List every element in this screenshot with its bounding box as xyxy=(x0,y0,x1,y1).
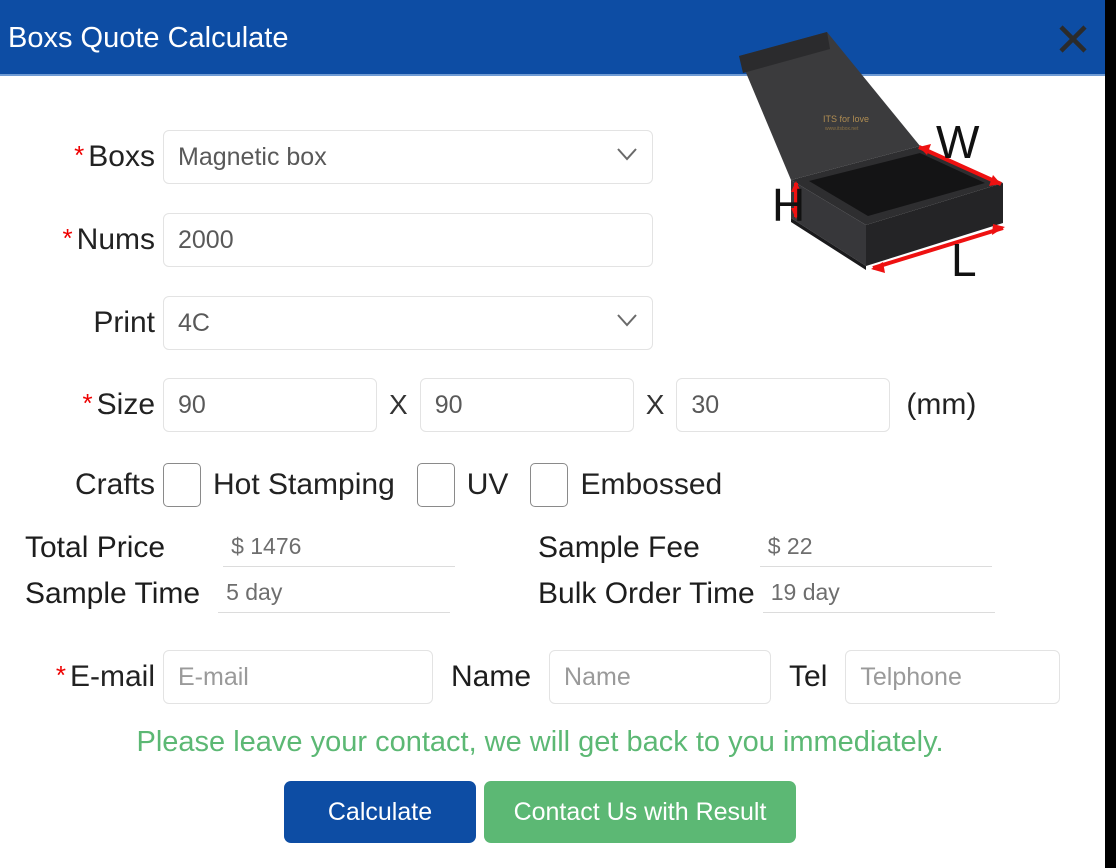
email-required-mark: * xyxy=(56,660,66,690)
crafts-label-text: Crafts xyxy=(75,468,155,501)
size-width-input[interactable] xyxy=(420,378,634,432)
contact-row: *E-mail Name Tel xyxy=(0,650,1060,704)
result-total-price: Total Price $ 1476 xyxy=(25,533,455,567)
calculate-button[interactable]: Calculate xyxy=(284,781,476,843)
nums-label-text: Nums xyxy=(77,223,155,256)
email-label-text: E-mail xyxy=(70,660,155,693)
print-label-text: Print xyxy=(93,306,155,339)
checkbox-uv[interactable] xyxy=(417,463,455,507)
email-label: *E-mail xyxy=(0,662,163,692)
dialog-title: Boxs Quote Calculate xyxy=(8,22,288,55)
boxs-select-wrap: Magnetic box xyxy=(163,130,653,184)
svg-text:www.itsbox.net: www.itsbox.net xyxy=(825,126,859,132)
dimension-label-length: L xyxy=(951,237,977,283)
sample-fee-value: $ 22 xyxy=(760,535,992,567)
size-separator-1: X xyxy=(389,391,408,419)
sample-fee-label: Sample Fee xyxy=(538,533,700,567)
checkbox-hot-stamping[interactable] xyxy=(163,463,201,507)
boxs-select[interactable]: Magnetic box xyxy=(163,130,653,184)
nums-input[interactable] xyxy=(163,213,653,267)
field-row-boxs: *Boxs Magnetic box xyxy=(0,130,653,184)
result-bulk-order-time: Bulk Order Time 19 day xyxy=(538,579,995,613)
bulk-order-time-label: Bulk Order Time xyxy=(538,579,755,613)
size-label-text: Size xyxy=(97,388,155,421)
total-price-value: $ 1476 xyxy=(223,535,455,567)
magnetic-box-photo: ITS for love www.itsbox.net xyxy=(735,18,1095,288)
size-label: *Size xyxy=(0,390,163,420)
size-separator-2: X xyxy=(646,391,665,419)
boxs-label: *Boxs xyxy=(0,142,163,172)
bulk-order-time-value: 19 day xyxy=(763,581,995,613)
field-row-nums: *Nums xyxy=(0,213,653,267)
name-input[interactable] xyxy=(549,650,771,704)
field-row-crafts: Crafts Hot Stamping UV Embossed xyxy=(0,463,744,507)
print-select-wrap: 4C xyxy=(163,296,653,350)
size-required-mark: * xyxy=(83,388,93,418)
crafts-label: Crafts xyxy=(0,470,163,500)
field-row-print: Print 4C xyxy=(0,296,653,350)
size-height-input[interactable] xyxy=(676,378,890,432)
quote-calculator-dialog: Boxs Quote Calculate *Boxs Magnetic box xyxy=(0,0,1105,868)
field-row-size: *Size X X (mm) xyxy=(0,378,976,432)
total-price-label: Total Price xyxy=(25,533,165,567)
result-sample-fee: Sample Fee $ 22 xyxy=(538,533,992,567)
tel-label: Tel xyxy=(789,662,827,692)
sample-time-value: 5 day xyxy=(218,581,450,613)
nums-label: *Nums xyxy=(0,225,163,255)
action-button-bar: Calculate Contact Us with Result xyxy=(0,781,1080,843)
craft-label-uv: UV xyxy=(467,468,509,502)
print-select[interactable]: 4C xyxy=(163,296,653,350)
checkbox-embossed[interactable] xyxy=(530,463,568,507)
tel-input[interactable] xyxy=(845,650,1060,704)
sample-time-label: Sample Time xyxy=(25,579,200,613)
craft-label-hot-stamping: Hot Stamping xyxy=(213,468,395,502)
window-right-edge xyxy=(1105,0,1116,868)
contact-note: Please leave your contact, we will get b… xyxy=(0,726,1080,759)
boxs-label-text: Boxs xyxy=(88,140,155,173)
boxs-required-mark: * xyxy=(74,140,84,170)
dimension-label-height: H xyxy=(772,182,805,228)
svg-text:ITS for love: ITS for love xyxy=(823,114,869,124)
size-unit-label: (mm) xyxy=(906,388,976,422)
contact-us-button[interactable]: Contact Us with Result xyxy=(484,781,796,843)
nums-required-mark: * xyxy=(63,223,73,253)
email-input[interactable] xyxy=(163,650,433,704)
size-length-input[interactable] xyxy=(163,378,377,432)
dimension-label-width: W xyxy=(936,119,979,165)
print-label: Print xyxy=(0,308,163,338)
craft-label-embossed: Embossed xyxy=(580,468,722,502)
name-label: Name xyxy=(451,662,531,692)
result-sample-time: Sample Time 5 day xyxy=(25,579,450,613)
